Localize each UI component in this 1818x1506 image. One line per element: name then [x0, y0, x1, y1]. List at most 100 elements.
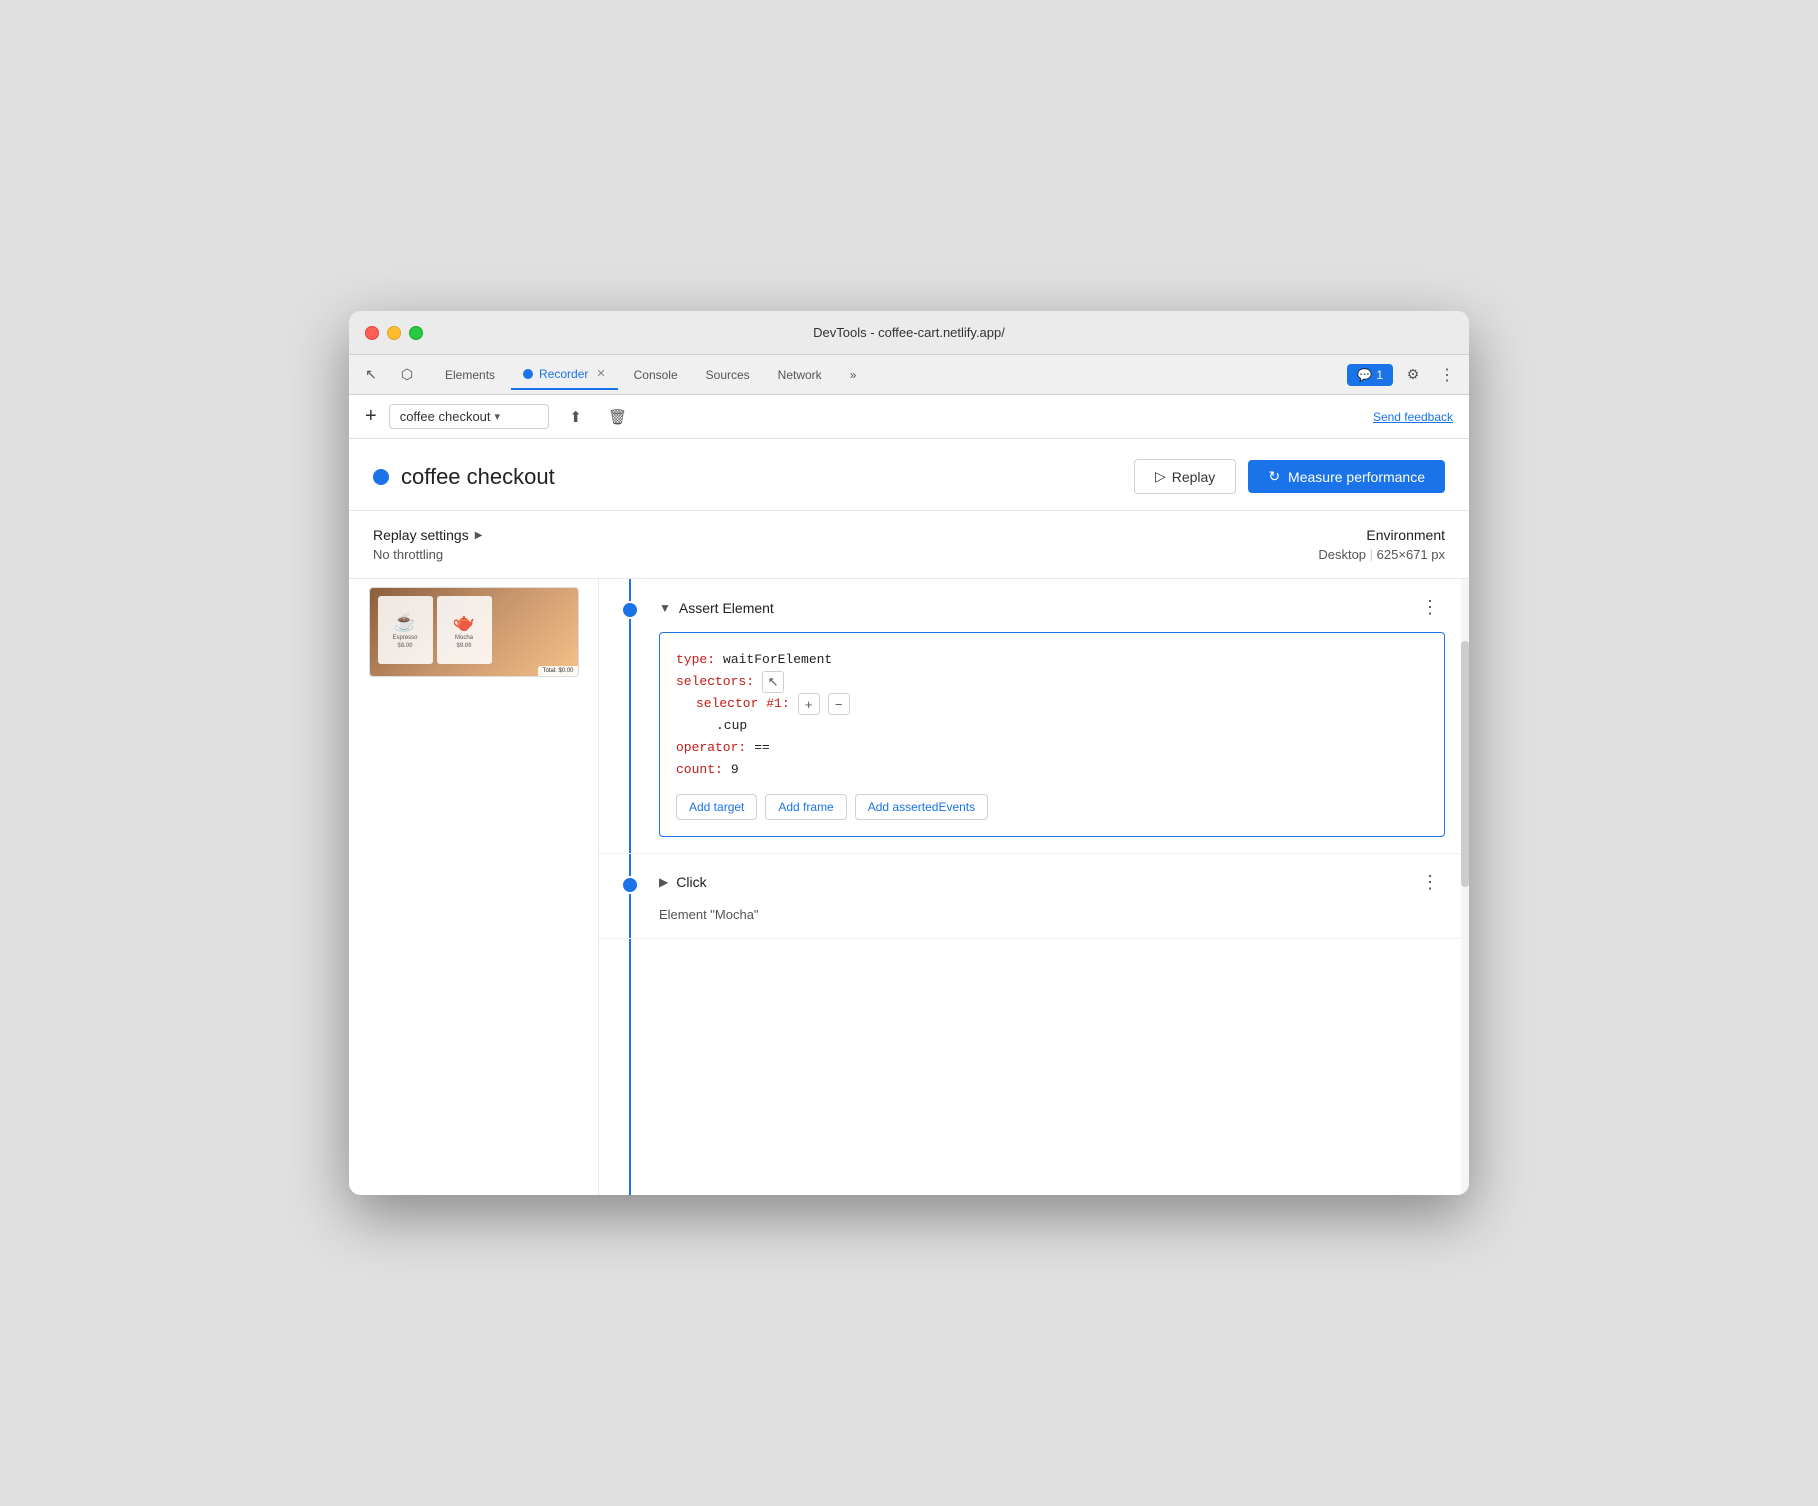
measure-performance-button[interactable]: ↻ Measure performance: [1248, 460, 1445, 493]
replay-settings-text: Replay settings: [373, 527, 469, 543]
close-button[interactable]: [365, 326, 379, 340]
step-menu-button-click[interactable]: ⋮: [1415, 870, 1445, 895]
selector1-key: selector #1:: [696, 693, 790, 715]
delete-button[interactable]: 🗑: [603, 402, 633, 432]
tab-sources[interactable]: Sources: [694, 360, 762, 390]
code-block-assert: type: waitForElement selectors: ↖ select…: [659, 632, 1445, 837]
play-icon: ▷: [1155, 468, 1166, 485]
thumb-mug-icon: ☕: [394, 612, 416, 633]
layers-button[interactable]: ⬡: [393, 361, 421, 389]
assert-step-title: Assert Element: [679, 600, 774, 616]
chat-button[interactable]: 💬 1: [1347, 364, 1393, 386]
chevron-down-icon: ▾: [495, 410, 501, 423]
code-line-selector-val: .cup: [716, 715, 1428, 737]
tab-close-icon[interactable]: ✕: [596, 367, 605, 380]
recording-selector-label: coffee checkout: [400, 409, 491, 424]
code-line-selector1: selector #1: + −: [696, 693, 1428, 715]
tab-elements-label: Elements: [445, 368, 495, 382]
tab-recorder[interactable]: Recorder ✕: [511, 360, 618, 390]
title-bar: DevTools - coffee-cart.netlify.app/: [349, 311, 1469, 355]
more-menu-button[interactable]: ⋮: [1433, 361, 1461, 389]
recording-status-dot: [373, 469, 389, 485]
recording-selector[interactable]: coffee checkout ▾: [389, 404, 549, 429]
type-val: waitForElement: [723, 649, 832, 671]
export-icon: ⬆: [569, 408, 582, 426]
tab-network[interactable]: Network: [766, 360, 834, 390]
cursor-icon: ↖: [365, 366, 377, 383]
replay-settings-button[interactable]: Replay settings ▶: [373, 527, 482, 543]
traffic-lights: [365, 326, 423, 340]
step-header-click: ▶ Click ⋮: [659, 870, 1445, 895]
step-dot-click: [621, 876, 639, 894]
code-line-count: count: 9: [676, 759, 1428, 781]
step-menu-button-assert[interactable]: ⋮: [1415, 595, 1445, 620]
remove-selector-button[interactable]: −: [828, 693, 850, 715]
add-frame-button[interactable]: Add frame: [765, 794, 846, 820]
throttling-label: No throttling: [373, 547, 482, 562]
assert-element-step: ▼ Assert Element ⋮ type: waitForElement …: [599, 579, 1469, 854]
layers-icon: ⬡: [401, 366, 413, 383]
add-asserted-events-button[interactable]: Add assertedEvents: [855, 794, 988, 820]
recorder-toolbar: + coffee checkout ▾ ⬆ 🗑 Send feedback: [349, 395, 1469, 439]
selectors-key: selectors:: [676, 671, 754, 693]
screenshot-thumbnail[interactable]: ☕ Espresso $8.00 🫖 Mocha $9.00 Total: $0…: [369, 587, 579, 677]
environment-label: Environment: [1366, 527, 1445, 543]
add-selector-button[interactable]: +: [798, 693, 820, 715]
steps-panel: ▼ Assert Element ⋮ type: waitForElement …: [599, 579, 1469, 1195]
tab-console-label: Console: [634, 368, 678, 382]
tab-bar: ↖ ⬡ Elements Recorder ✕ Console Sources …: [349, 355, 1469, 395]
code-line-selectors: selectors: ↖: [676, 671, 1428, 693]
scrollbar-thumb[interactable]: [1461, 641, 1469, 887]
click-step-description: Element "Mocha": [659, 907, 1445, 922]
click-step: ▶ Click ⋮ Element "Mocha": [599, 854, 1469, 939]
devtools-body: + coffee checkout ▾ ⬆ 🗑 Send feedback co…: [349, 395, 1469, 1195]
selector-val: .cup: [716, 715, 747, 737]
expand-arrow-icon[interactable]: ▼: [659, 601, 671, 615]
click-step-title: Click: [676, 874, 706, 890]
step-title-area-click: ▶ Click: [659, 874, 707, 890]
thumb-mug-icon-2: 🫖: [453, 612, 475, 633]
recording-actions: ▷ Replay ↻ Measure performance: [1134, 459, 1445, 494]
gear-icon: ⚙: [1407, 366, 1420, 383]
cursor-tool-button[interactable]: ↖: [357, 361, 385, 389]
tab-elements[interactable]: Elements: [433, 360, 507, 390]
step-header-assert: ▼ Assert Element ⋮: [659, 595, 1445, 620]
replay-button[interactable]: ▷ Replay: [1134, 459, 1236, 494]
tab-bar-right: 💬 1 ⚙ ⋮: [1347, 361, 1461, 389]
chat-icon: 💬: [1357, 368, 1372, 382]
step-title-area-assert: ▼ Assert Element: [659, 600, 774, 616]
add-target-button[interactable]: Add target: [676, 794, 757, 820]
count-key: count:: [676, 759, 723, 781]
minimize-button[interactable]: [387, 326, 401, 340]
send-feedback-link[interactable]: Send feedback: [1373, 410, 1453, 424]
expand-arrow-icon-click[interactable]: ▶: [659, 875, 668, 889]
replay-label: Replay: [1172, 469, 1216, 485]
step-actions-assert: Add target Add frame Add assertedEvents: [676, 794, 1428, 820]
type-key: type:: [676, 649, 715, 671]
chevron-right-icon: ▶: [475, 530, 483, 541]
thumb-card-1: ☕ Espresso $8.00: [378, 596, 433, 664]
environment-value: Desktop | 625×671 px: [1318, 547, 1445, 562]
settings-row: Replay settings ▶ No throttling Environm…: [349, 511, 1469, 579]
selector-picker-button[interactable]: ↖: [762, 671, 784, 693]
operator-key: operator:: [676, 737, 746, 759]
tab-network-label: Network: [778, 368, 822, 382]
thumb-card-2: 🫖 Mocha $9.00: [437, 596, 492, 664]
export-button[interactable]: ⬆: [561, 402, 591, 432]
recording-header: coffee checkout ▷ Replay ↻ Measure perfo…: [349, 439, 1469, 511]
settings-right: Environment Desktop | 625×671 px: [1318, 527, 1445, 562]
more-vert-icon: ⋮: [1439, 365, 1455, 385]
tab-recorder-label: Recorder: [539, 367, 588, 381]
tab-console[interactable]: Console: [622, 360, 690, 390]
operator-val: ==: [754, 737, 770, 759]
thumbnail-inner: ☕ Espresso $8.00 🫖 Mocha $9.00 Total: $0…: [370, 588, 578, 676]
recording-title: coffee checkout: [401, 464, 555, 490]
new-recording-button[interactable]: +: [365, 405, 377, 428]
steps-container: ☕ Espresso $8.00 🫖 Mocha $9.00 Total: $0…: [349, 579, 1469, 1195]
tab-more[interactable]: »: [838, 360, 869, 390]
thumb-total-bar: Total: $0.00: [538, 666, 577, 676]
maximize-button[interactable]: [409, 326, 423, 340]
measure-perf-label: Measure performance: [1288, 469, 1425, 485]
settings-button[interactable]: ⚙: [1399, 361, 1427, 389]
devtools-window: DevTools - coffee-cart.netlify.app/ ↖ ⬡ …: [349, 311, 1469, 1195]
